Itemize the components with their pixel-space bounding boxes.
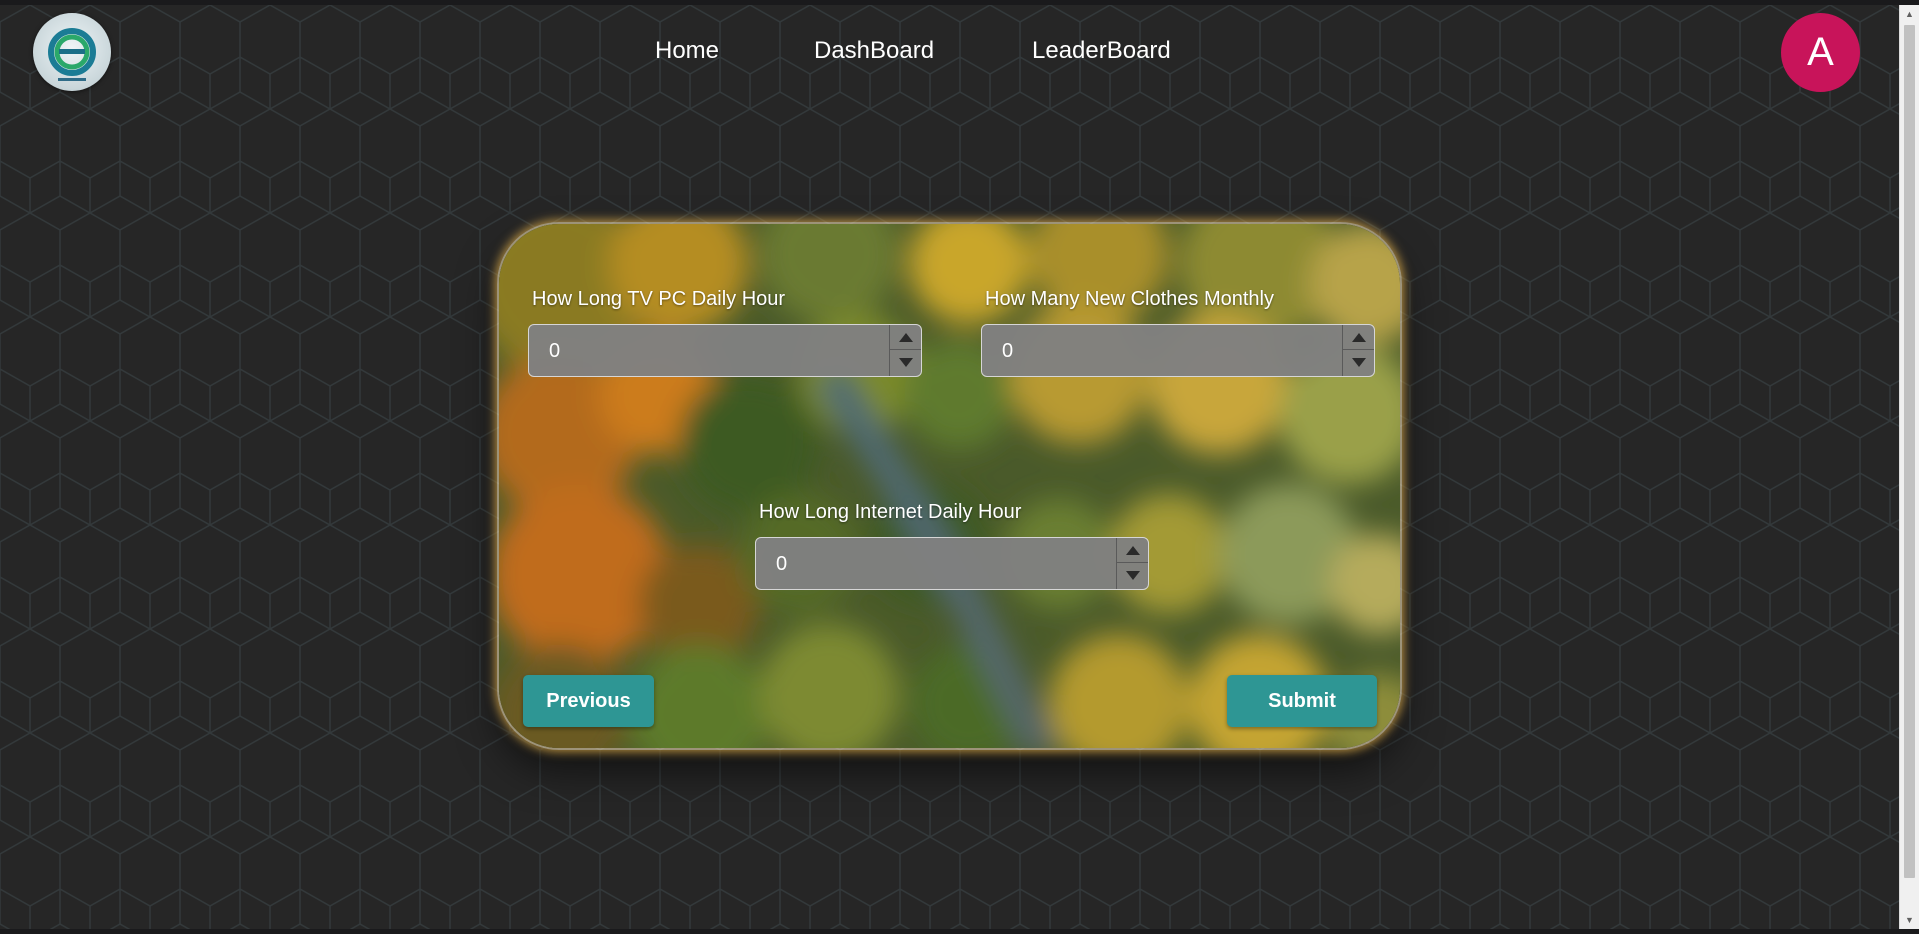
arrow-down-icon: [1125, 571, 1140, 580]
tv-pc-hours-value: 0: [549, 340, 561, 362]
decrement-button[interactable]: [1343, 350, 1374, 375]
increment-button[interactable]: [1343, 325, 1374, 350]
internet-hours-spinner: [1116, 538, 1148, 589]
arrow-down-icon: [1351, 358, 1366, 367]
arrow-up-icon: [1351, 332, 1366, 342]
new-clothes-value: 0: [1002, 340, 1014, 362]
increment-button[interactable]: [890, 325, 921, 350]
arrow-up-icon: [898, 332, 913, 342]
tv-pc-hours-spinner: [889, 325, 921, 376]
increment-button[interactable]: [1117, 538, 1148, 563]
nav-link-dashboard[interactable]: DashBoard: [814, 37, 934, 65]
internet-hours-label: How Long Internet Daily Hour: [759, 501, 1022, 523]
scrollbar-thumb[interactable]: [1904, 25, 1915, 878]
nav-link-home[interactable]: Home: [655, 37, 719, 65]
tv-pc-hours-input[interactable]: 0: [528, 324, 922, 377]
questionnaire-card: How Long TV PC Daily Hour 0 How Many New…: [497, 222, 1402, 750]
vertical-scrollbar[interactable]: ▲ ▼: [1899, 5, 1919, 929]
submit-button[interactable]: Submit: [1227, 675, 1377, 727]
new-clothes-input[interactable]: 0: [981, 324, 1375, 377]
tv-pc-hours-label: How Long TV PC Daily Hour: [532, 288, 786, 310]
window-bottom-edge: [0, 929, 1919, 934]
decrement-button[interactable]: [890, 350, 921, 375]
arrow-down-icon: [898, 358, 913, 367]
new-clothes-spinner: [1342, 325, 1374, 376]
decrement-button[interactable]: [1117, 563, 1148, 588]
ecology-logo-icon[interactable]: [33, 13, 111, 91]
nav-link-leaderboard[interactable]: LeaderBoard: [1032, 37, 1171, 65]
scroll-down-arrow-icon[interactable]: ▼: [1900, 911, 1919, 929]
previous-button[interactable]: Previous: [523, 675, 654, 727]
user-avatar[interactable]: A: [1781, 13, 1860, 92]
arrow-up-icon: [1125, 545, 1140, 555]
internet-hours-input[interactable]: 0: [755, 537, 1149, 590]
scroll-up-arrow-icon[interactable]: ▲: [1900, 5, 1919, 23]
internet-hours-value: 0: [776, 553, 788, 575]
new-clothes-label: How Many New Clothes Monthly: [985, 288, 1274, 310]
